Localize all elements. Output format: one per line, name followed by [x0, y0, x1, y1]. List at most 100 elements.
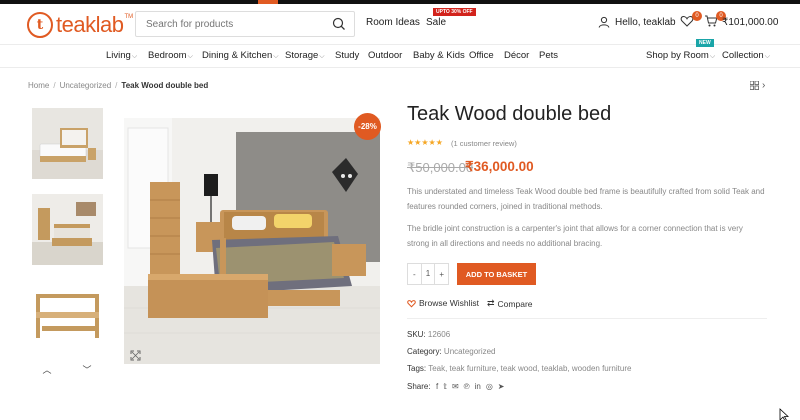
- nav-item-dining-kitchen[interactable]: Dining & Kitchen⌵: [202, 50, 279, 61]
- account-link[interactable]: Hello, teaklab: [598, 16, 676, 28]
- nav-item-shop-by-room[interactable]: Shop by Room⌵: [646, 50, 715, 61]
- chevron-down-icon: ⌵: [187, 53, 193, 60]
- sale-price: ₹36,000.00: [465, 159, 534, 174]
- logo-mark-icon: t: [27, 12, 53, 38]
- telegram-icon[interactable]: ➤: [498, 382, 505, 391]
- nav-item-decor[interactable]: Décor: [504, 50, 529, 61]
- compare-icon: ⇄: [487, 298, 495, 308]
- room-ideas-link[interactable]: Room Ideas: [366, 17, 420, 28]
- nav-item-study[interactable]: Study: [335, 50, 359, 61]
- product-thumbnail-3[interactable]: [32, 282, 103, 353]
- nav-label: Storage: [285, 50, 319, 61]
- nav-item-storage[interactable]: Storage⌵: [285, 50, 325, 61]
- nav-item-living[interactable]: Living⌵: [106, 50, 137, 61]
- nav-item-collection[interactable]: Collection⌵: [722, 50, 770, 61]
- breadcrumb-separator: /: [115, 81, 118, 90]
- thumbnail-next-button[interactable]: ﹀: [73, 360, 101, 378]
- browse-wishlist-label: Browse Wishlist: [419, 298, 479, 308]
- thumbnail-image: [32, 108, 103, 179]
- product-thumbnail-1[interactable]: [32, 108, 103, 179]
- nav-divider: [0, 67, 800, 68]
- chevron-down-icon: ⌵: [709, 53, 716, 60]
- quantity-input[interactable]: 1: [420, 264, 436, 284]
- nav-label: Shop by Room: [646, 50, 709, 61]
- nav-label: Living: [106, 50, 131, 61]
- logo-trademark: TM: [124, 14, 134, 20]
- breadcrumb-current: Teak Wood double bed: [121, 81, 209, 90]
- facebook-icon[interactable]: f: [436, 382, 438, 391]
- product-description-1: This understated and timeless Teak Wood …: [407, 187, 765, 211]
- nav-label: Collection: [722, 50, 764, 61]
- thumbnail-prev-button[interactable]: ︿: [33, 360, 61, 378]
- nav-item-bedroom[interactable]: Bedroom⌵: [148, 50, 193, 61]
- cart-button[interactable]: 0: [704, 11, 726, 32]
- breadcrumb-separator: /: [53, 81, 56, 90]
- product-description-2: The bridle joint construction is a carpe…: [407, 224, 743, 248]
- nav-label: Dining & Kitchen: [202, 50, 273, 61]
- site-header: t teaklab TM Room Ideas UPTO 30% OFF Sal…: [0, 4, 800, 44]
- nav-item-office[interactable]: Office: [469, 50, 494, 61]
- main-nav: Living⌵ Bedroom⌵ Dining & Kitchen⌵ Stora…: [0, 39, 800, 67]
- category-label: Category:: [407, 347, 442, 356]
- tags-row: Tags: Teak, teak furniture, teak wood, t…: [407, 364, 631, 373]
- nav-item-outdoor[interactable]: Outdoor: [368, 50, 402, 61]
- email-icon[interactable]: ✉: [452, 382, 459, 391]
- compare-label: Compare: [497, 298, 533, 309]
- grid-icon[interactable]: [750, 81, 759, 90]
- chevron-down-icon: ⌵: [131, 53, 138, 60]
- review-count-link[interactable]: (1 customer review): [451, 139, 517, 148]
- old-price: ₹50,000.00: [407, 160, 474, 175]
- breadcrumb-home[interactable]: Home: [28, 81, 49, 90]
- user-greeting: Hello, teaklab: [615, 16, 676, 28]
- logo-text: teaklab: [56, 12, 124, 37]
- product-thumbnail-2[interactable]: [32, 194, 103, 265]
- sku-row: SKU: 12606: [407, 330, 450, 339]
- new-badge: NEW: [696, 39, 714, 47]
- sale-link[interactable]: Sale: [426, 17, 446, 28]
- wishlist-count-badge: 0: [692, 11, 702, 21]
- whatsapp-icon[interactable]: ◎: [486, 382, 493, 391]
- expand-icon[interactable]: [130, 350, 141, 361]
- tags-label: Tags:: [407, 364, 427, 373]
- quantity-plus-button[interactable]: +: [435, 270, 448, 279]
- sale-badge: UPTO 30% OFF: [433, 8, 476, 16]
- twitter-icon[interactable]: 𝕥: [443, 382, 447, 391]
- browse-wishlist-link[interactable]: Browse Wishlist: [407, 298, 479, 308]
- pinterest-icon[interactable]: ℗: [464, 382, 470, 391]
- product-main-image[interactable]: [124, 118, 380, 364]
- user-icon: [598, 16, 610, 28]
- thumbnail-image: [32, 282, 103, 353]
- sku-value: 12606: [427, 330, 451, 339]
- nav-item-pets[interactable]: Pets: [539, 50, 558, 61]
- mouse-cursor-icon: [779, 408, 789, 420]
- chevron-right-icon[interactable]: ›: [762, 80, 765, 91]
- search-box: [135, 11, 355, 37]
- chevron-down-icon: ⌵: [273, 53, 279, 60]
- share-row: Share:: [407, 382, 431, 391]
- bed-photo: [124, 118, 380, 364]
- heart-icon: [407, 299, 416, 307]
- nav-label: Bedroom: [148, 50, 187, 61]
- nav-item-baby-kids[interactable]: Baby & Kids: [413, 50, 465, 61]
- chevron-down-icon: ⌵: [319, 53, 325, 60]
- compare-link[interactable]: ⇄ Compare: [487, 298, 533, 309]
- wishlist-button[interactable]: 0: [680, 11, 702, 32]
- meta-divider: [407, 318, 767, 319]
- chevron-up-icon: ︿: [42, 364, 52, 375]
- search-input[interactable]: [136, 12, 326, 36]
- sku-label: SKU:: [407, 330, 426, 339]
- breadcrumb: Home / Uncategorized / Teak Wood double bed: [28, 81, 208, 90]
- search-icon[interactable]: [332, 17, 346, 31]
- product-title: Teak Wood double bed: [407, 103, 612, 125]
- category-link[interactable]: Uncategorized: [444, 347, 496, 356]
- site-logo[interactable]: t teaklab TM: [27, 12, 133, 38]
- tags-links[interactable]: Teak, teak furniture, teak wood, teaklab…: [428, 364, 631, 373]
- discount-badge: -28%: [354, 113, 381, 140]
- category-row: Category: Uncategorized: [407, 347, 496, 356]
- breadcrumb-category[interactable]: Uncategorized: [60, 81, 112, 90]
- linkedin-icon[interactable]: in: [475, 382, 481, 391]
- quantity-minus-button[interactable]: -: [408, 270, 421, 279]
- cart-total[interactable]: ₹101,000.00: [722, 17, 778, 28]
- add-to-basket-button[interactable]: ADD TO BASKET: [457, 263, 536, 285]
- thumbnail-image: [32, 194, 103, 265]
